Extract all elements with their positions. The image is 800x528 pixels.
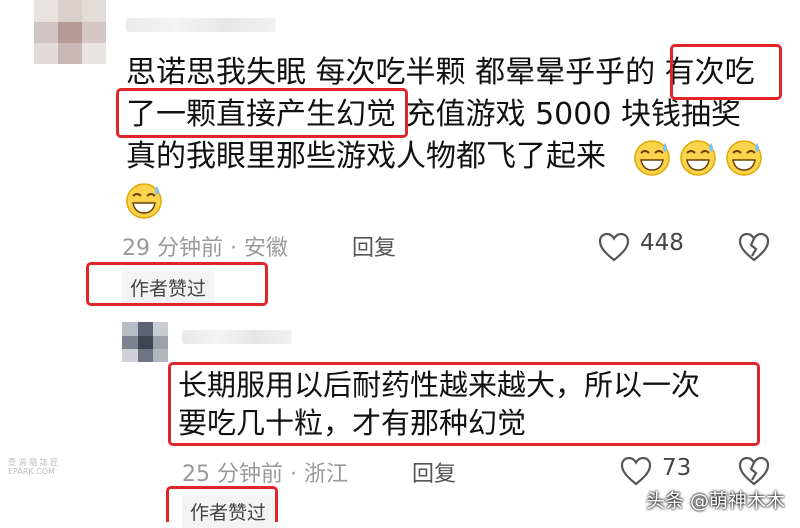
broken-heart-icon[interactable] — [738, 456, 770, 486]
comment-text-line-3: 真的我眼里那些游戏人物都飞了起来 — [126, 139, 606, 174]
like-count: 448 — [640, 230, 684, 256]
comment-meta: 25 分钟前 · 浙江 — [182, 462, 348, 487]
broken-heart-icon[interactable] — [738, 232, 770, 262]
heart-icon[interactable] — [598, 232, 630, 262]
username-blurred[interactable] — [182, 330, 292, 344]
highlight-box — [168, 362, 760, 446]
avatar[interactable] — [34, 0, 106, 64]
watermark-left: 壹 週 隨 誌 匠 EPARK.COM — [8, 458, 58, 476]
highlight-box — [166, 486, 278, 522]
highlight-box — [670, 44, 782, 100]
reply-button[interactable]: 回复 — [352, 230, 396, 262]
grin-sweat-emoji-icon — [680, 140, 716, 176]
heart-icon[interactable] — [620, 456, 652, 486]
avatar[interactable] — [122, 322, 168, 362]
username-blurred[interactable] — [126, 18, 276, 32]
comment-meta: 29 分钟前 · 安徽 — [122, 236, 288, 261]
like-count: 73 — [662, 455, 692, 481]
grin-sweat-emoji-icon — [634, 140, 670, 176]
highlight-box — [86, 262, 268, 306]
watermark-right: 头条 @萌神木木 — [646, 490, 786, 512]
watermark-left-top: 壹 週 隨 誌 匠 — [8, 458, 59, 467]
watermark-left-bottom: EPARK.COM — [8, 467, 55, 476]
highlight-box — [116, 88, 408, 138]
reply-button[interactable]: 回复 — [412, 456, 456, 488]
grin-sweat-emoji-icon — [726, 140, 762, 176]
grin-sweat-emoji-icon — [126, 183, 162, 219]
